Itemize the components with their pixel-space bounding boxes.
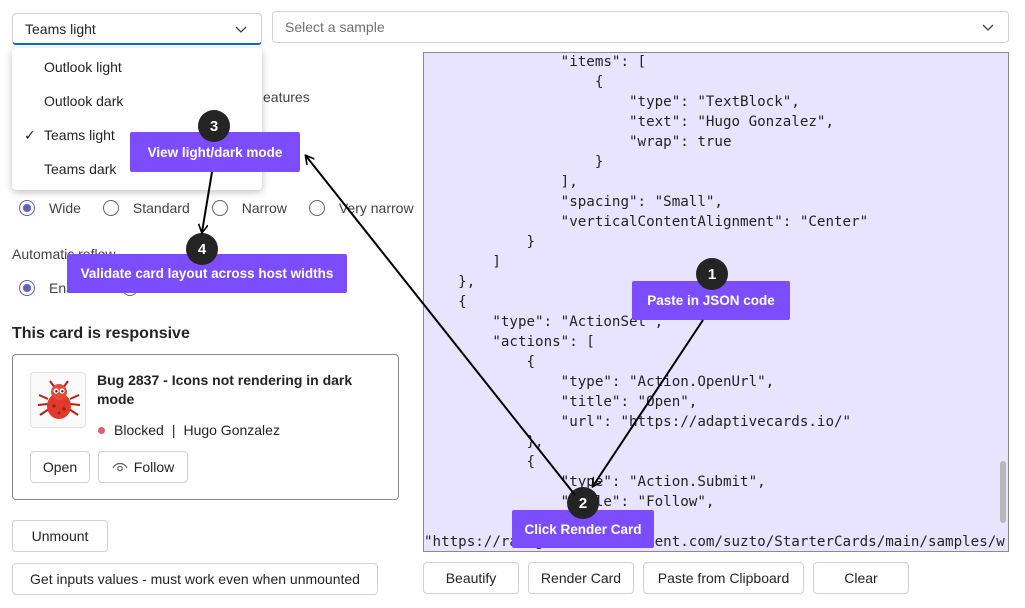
card-title: Bug 2837 - Icons not rendering in dark m… <box>97 372 353 407</box>
card-meta: Blocked | Hugo Gonzalez <box>98 422 280 438</box>
card-preview: Bug 2837 - Icons not rendering in dark m… <box>12 354 399 500</box>
menu-item-outlook-light[interactable]: Outlook light <box>12 50 262 84</box>
theme-dropdown[interactable]: Teams light <box>12 13 262 45</box>
radio-standard[interactable]: Standard <box>102 200 190 216</box>
menu-item-label: Outlook dark <box>44 93 124 109</box>
radio-circle <box>211 200 228 216</box>
width-radio-group: Wide Standard Narrow Very narrow <box>19 200 436 216</box>
unmount-button[interactable]: Unmount <box>12 520 108 552</box>
chevron-down-icon <box>235 26 247 33</box>
menu-item-label: Outlook light <box>44 59 122 75</box>
radio-label: Standard <box>132 200 190 216</box>
radio-very-narrow[interactable]: Very narrow <box>308 200 414 216</box>
card-follow-button[interactable]: Follow <box>98 451 188 483</box>
radio-circle <box>308 200 325 216</box>
separator: | <box>171 422 176 438</box>
status-text: Blocked <box>114 422 164 438</box>
radio-label: Narrow <box>241 200 287 216</box>
assignee-name: Hugo Gonzalez <box>183 422 280 438</box>
button-label: Get inputs values - must work even when … <box>30 571 360 587</box>
menu-item-outlook-dark[interactable]: Outlook dark <box>12 84 262 118</box>
eye-icon <box>112 462 128 472</box>
button-label: Paste from Clipboard <box>657 570 790 586</box>
step-badge-2: 2 <box>567 487 599 519</box>
radio-narrow[interactable]: Narrow <box>211 200 287 216</box>
get-inputs-button[interactable]: Get inputs values - must work even when … <box>12 563 378 595</box>
radio-circle <box>19 280 35 296</box>
button-label: Open <box>42 459 78 475</box>
beautify-button[interactable]: Beautify <box>423 562 519 594</box>
radio-label: Very narrow <box>338 200 414 216</box>
features-label-partial: eatures <box>263 89 310 105</box>
button-label: Beautify <box>445 570 497 586</box>
menu-item-label: Teams light <box>44 127 115 143</box>
step-badge-1: 1 <box>696 258 728 290</box>
radio-circle <box>102 200 119 216</box>
button-label: Render Card <box>540 570 622 586</box>
editor-scrollbar[interactable] <box>1000 461 1006 523</box>
step-badge-3: 3 <box>198 110 230 142</box>
radio-wide[interactable]: Wide <box>19 200 81 216</box>
radio-circle <box>19 200 35 216</box>
button-label: Unmount <box>31 528 89 544</box>
checkmark-icon: ✓ <box>24 126 36 143</box>
step-badge-4: 4 <box>186 233 218 265</box>
status-dot <box>98 426 105 434</box>
chevron-down-icon <box>982 24 994 31</box>
responsive-title: This card is responsive <box>12 325 190 342</box>
sample-dropdown[interactable]: Select a sample <box>272 11 1009 43</box>
clear-button[interactable]: Clear <box>813 562 909 594</box>
render-card-button[interactable]: Render Card <box>528 562 634 594</box>
button-label: Clear <box>844 570 878 586</box>
paste-clipboard-button[interactable]: Paste from Clipboard <box>643 562 804 594</box>
button-label: Follow <box>133 459 175 475</box>
sample-dropdown-placeholder: Select a sample <box>285 19 385 35</box>
theme-dropdown-value: Teams light <box>25 20 96 37</box>
card-open-button[interactable]: Open <box>30 451 90 483</box>
menu-item-label: Teams dark <box>44 161 117 177</box>
radio-label: Wide <box>49 200 81 216</box>
bug-icon <box>30 372 86 428</box>
